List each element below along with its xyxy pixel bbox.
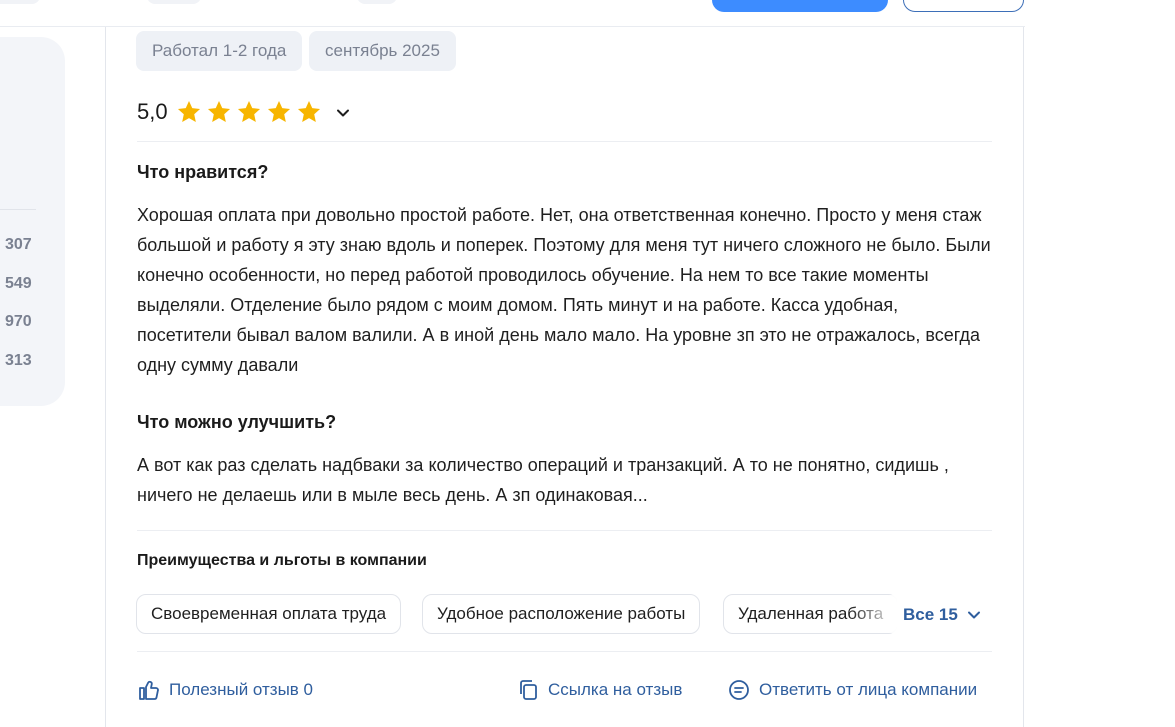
chevron-down-icon — [967, 611, 980, 619]
experience-tag: Работал 1-2 года — [136, 31, 303, 71]
all-benefits-label: Все 15 — [903, 605, 958, 624]
chat-icon — [729, 680, 749, 700]
pros-title: Что нравится? — [137, 162, 269, 182]
rating-value: 5,0 — [137, 99, 168, 124]
star-icon — [207, 100, 231, 122]
divider — [137, 651, 992, 652]
thumbs-up-icon — [139, 680, 159, 700]
divider — [137, 141, 992, 142]
primary-action-button[interactable] — [712, 0, 888, 12]
sidebar-count[interactable]: 549 — [5, 275, 32, 293]
rating-stars — [176, 99, 322, 125]
benefits-title: Преимущества и льготы в компании — [137, 552, 427, 569]
cons-text: А вот как раз сделать надбваки за количе… — [137, 455, 949, 505]
chevron-down-icon[interactable] — [334, 104, 352, 122]
top-nav-pill[interactable] — [0, 0, 40, 4]
sidebar-count[interactable]: 970 — [5, 313, 32, 331]
divider — [137, 530, 992, 531]
date-tag: сентябрь 2025 — [309, 31, 456, 71]
star-icon — [237, 100, 261, 122]
sidebar-divider — [0, 209, 36, 210]
sidebar-count[interactable]: 313 — [5, 352, 32, 370]
benefit-chip[interactable]: Своевременная оплата труда — [136, 594, 402, 634]
benefit-chip[interactable]: Удобное расположение работы — [422, 594, 701, 634]
star-icon — [177, 100, 201, 122]
star-icon — [297, 100, 321, 122]
reply-label: Ответить от лица компании — [759, 680, 978, 699]
helpful-button[interactable]: Полезный отзыв 0 — [137, 678, 313, 702]
chip-fade — [850, 595, 898, 633]
top-nav-pill[interactable] — [147, 0, 201, 4]
secondary-action-button[interactable] — [903, 0, 1024, 12]
copy-icon — [520, 680, 537, 700]
pros-text: Хорошая оплата при довольно простой рабо… — [137, 205, 991, 375]
reply-button[interactable]: Ответить от лица компании — [727, 678, 977, 702]
copy-link-label: Ссылка на отзыв — [548, 680, 683, 699]
copy-link-button[interactable]: Ссылка на отзыв — [516, 678, 682, 702]
all-benefits-button[interactable]: Все 15 — [903, 605, 982, 625]
sidebar-panel — [0, 37, 65, 406]
cons-title: Что можно улучшить? — [137, 412, 337, 432]
helpful-label: Полезный отзыв 0 — [169, 680, 314, 699]
sidebar-count[interactable]: 307 — [5, 236, 32, 254]
top-nav-pill[interactable] — [357, 0, 397, 4]
star-icon — [267, 100, 291, 122]
